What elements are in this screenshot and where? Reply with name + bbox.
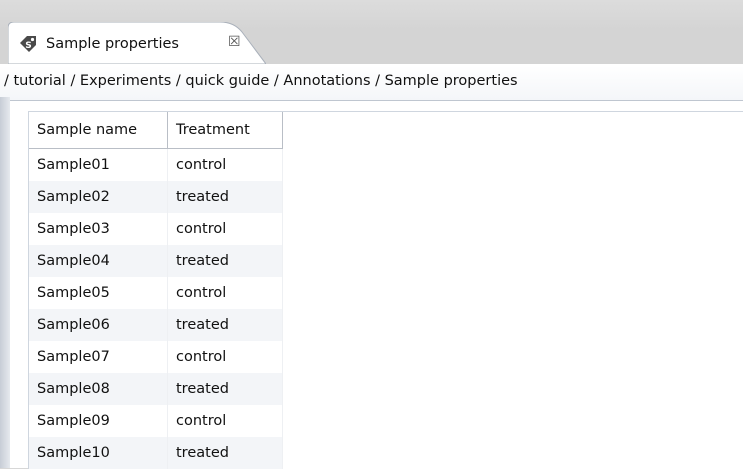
sample-name-cell[interactable]: Sample05 [29, 277, 168, 309]
treatment-cell[interactable]: control [167, 213, 283, 245]
tab-sample-properties[interactable]: S Sample properties ☒ [8, 22, 266, 64]
svg-text:S: S [25, 41, 31, 51]
sample-name-cell[interactable]: Sample06 [29, 309, 168, 341]
sample-name-cell[interactable]: Sample07 [29, 341, 168, 373]
tab-label: Sample properties [46, 36, 179, 52]
sample-table-container: Sample name Treatment Sample01 control S… [28, 111, 743, 469]
window: S Sample properties ☒ / tutorial / Exper… [0, 0, 743, 469]
sample-tag-icon: S [18, 34, 38, 54]
content-left-edge [0, 97, 10, 468]
table-header-row: Sample name Treatment [29, 112, 283, 149]
sample-name-cell[interactable]: Sample10 [29, 437, 168, 469]
treatment-cell[interactable]: control [167, 148, 283, 181]
table-row[interactable]: Sample01 control [29, 148, 283, 181]
sample-name-cell[interactable]: Sample03 [29, 213, 168, 245]
sample-name-cell[interactable]: Sample02 [29, 181, 168, 213]
table-row[interactable]: Sample09 control [29, 405, 283, 437]
sample-name-cell[interactable]: Sample08 [29, 373, 168, 405]
sample-name-cell[interactable]: Sample09 [29, 405, 168, 437]
breadcrumb-path: / tutorial / Experiments / quick guide /… [4, 73, 518, 89]
sample-properties-table: Sample name Treatment Sample01 control S… [29, 112, 283, 469]
treatment-cell[interactable]: treated [167, 181, 283, 213]
sample-name-cell[interactable]: Sample01 [29, 148, 168, 181]
treatment-cell[interactable]: treated [167, 437, 283, 469]
breadcrumb: / tutorial / Experiments / quick guide /… [0, 66, 743, 101]
treatment-cell[interactable]: treated [167, 309, 283, 341]
close-icon[interactable]: ☒ [228, 34, 241, 50]
treatment-cell[interactable]: treated [167, 245, 283, 277]
treatment-cell[interactable]: control [167, 277, 283, 309]
table-row[interactable]: Sample10 treated [29, 437, 283, 469]
editor-tab-bar: S Sample properties ☒ [0, 0, 743, 64]
sample-name-cell[interactable]: Sample04 [29, 245, 168, 277]
table-row[interactable]: Sample03 control [29, 213, 283, 245]
table-row[interactable]: Sample04 treated [29, 245, 283, 277]
table-row[interactable]: Sample05 control [29, 277, 283, 309]
table-row[interactable]: Sample08 treated [29, 373, 283, 405]
treatment-cell[interactable]: treated [167, 373, 283, 405]
table-row[interactable]: Sample07 control [29, 341, 283, 373]
table-row[interactable]: Sample06 treated [29, 309, 283, 341]
treatment-cell[interactable]: control [167, 405, 283, 437]
treatment-cell[interactable]: control [167, 341, 283, 373]
table-row[interactable]: Sample02 treated [29, 181, 283, 213]
column-header-sample-name[interactable]: Sample name [29, 112, 168, 149]
column-header-treatment[interactable]: Treatment [167, 112, 283, 149]
